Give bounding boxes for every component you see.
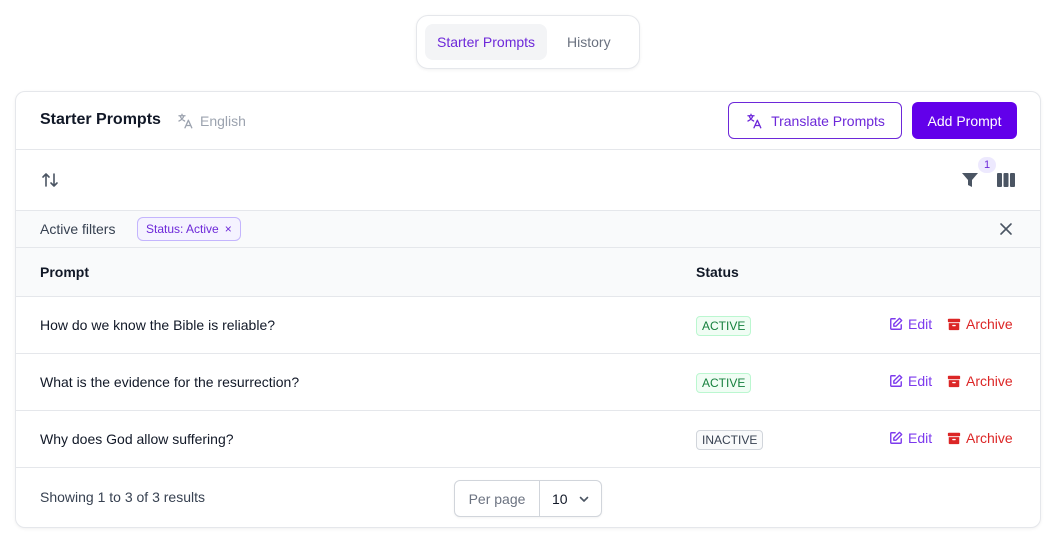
add-prompt-button[interactable]: Add Prompt (912, 102, 1017, 139)
sort-icon[interactable] (40, 170, 60, 190)
view-tabs: Starter Prompts History (416, 15, 640, 69)
card-header: Starter Prompts English Translate Prompt… (16, 92, 1040, 150)
edit-button[interactable]: Edit (889, 316, 932, 332)
per-page-control: Per page 10 (454, 480, 602, 517)
filter-icon[interactable] (960, 170, 980, 190)
translate-prompts-button[interactable]: Translate Prompts (728, 102, 902, 139)
edit-label: Edit (908, 373, 933, 389)
edit-icon (890, 431, 903, 444)
columns-icon[interactable] (996, 170, 1016, 190)
archive-label: Archive (966, 316, 1013, 332)
edit-label: Edit (908, 316, 933, 332)
language-label: English (200, 113, 246, 129)
archive-label: Archive (966, 430, 1013, 446)
archive-button[interactable]: Archive (947, 373, 1013, 389)
clear-filters-icon[interactable] (998, 221, 1014, 237)
edit-button[interactable]: Edit (889, 430, 932, 446)
archive-icon (947, 432, 961, 445)
results-summary: Showing 1 to 3 of 3 results (40, 489, 205, 505)
prompt-text: Why does God allow suffering? (40, 431, 234, 447)
archive-button[interactable]: Archive (947, 430, 1013, 446)
archive-label: Archive (966, 373, 1013, 389)
status-badge: ACTIVE (696, 316, 752, 336)
active-filters-bar: Active filters Status: Active × (16, 211, 1040, 248)
edit-icon (890, 317, 903, 330)
prompt-text: What is the evidence for the resurrectio… (40, 374, 300, 390)
archive-icon (947, 318, 961, 331)
per-page-select[interactable]: 10 (540, 481, 601, 516)
archive-button[interactable]: Archive (947, 316, 1013, 332)
chevron-down-icon (579, 496, 588, 502)
tab-history[interactable]: History (555, 24, 623, 60)
prompt-text: How do we know the Bible is reliable? (40, 317, 276, 333)
filter-count-badge: 1 (978, 157, 996, 173)
table-row: What is the evidence for the resurrectio… (16, 354, 1040, 411)
remove-filter-button[interactable]: × (225, 222, 232, 236)
filter-chip-status: Status: Active × (137, 217, 241, 241)
column-header-prompt: Prompt (40, 264, 89, 280)
table-footer: Showing 1 to 3 of 3 results Per page 10 (16, 468, 1040, 527)
table-row: How do we know the Bible is reliable? AC… (16, 297, 1040, 354)
archive-icon (947, 375, 961, 388)
table-header: Prompt Status (16, 248, 1040, 297)
translate-prompts-label: Translate Prompts (771, 112, 885, 129)
column-header-status: Status (696, 264, 739, 280)
edit-label: Edit (908, 430, 933, 446)
filter-chip-label: Status: Active (146, 222, 219, 236)
translate-icon (747, 113, 762, 128)
page-title: Starter Prompts (40, 111, 161, 128)
tab-starter-prompts[interactable]: Starter Prompts (425, 24, 548, 60)
language-indicator: English (176, 112, 246, 130)
starter-prompts-card: Starter Prompts English Translate Prompt… (15, 91, 1041, 528)
translate-icon (178, 113, 193, 129)
status-badge: ACTIVE (696, 373, 752, 393)
active-filters-label: Active filters (40, 221, 116, 237)
edit-icon (890, 374, 903, 387)
status-badge: INACTIVE (696, 430, 764, 450)
per-page-label: Per page (455, 481, 540, 516)
edit-button[interactable]: Edit (889, 373, 932, 389)
table-row: Why does God allow suffering? INACTIVE E… (16, 411, 1040, 468)
per-page-value: 10 (552, 490, 568, 507)
table-toolbar: 1 (16, 150, 1040, 211)
